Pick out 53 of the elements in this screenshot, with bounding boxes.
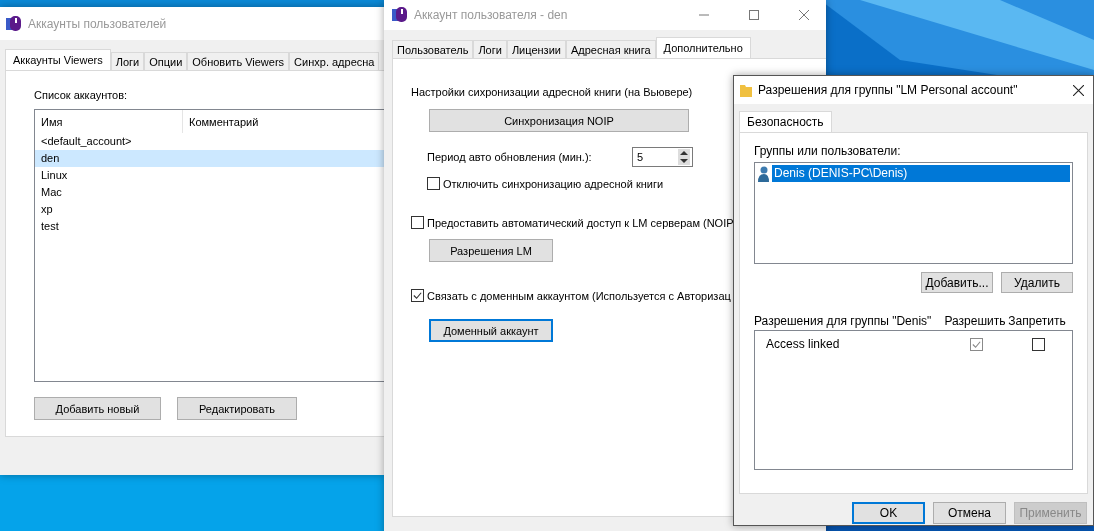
checkbox[interactable]: Предоставить автоматический доступ к LM серверам (NOIP [411,216,734,229]
app-icon [392,7,408,23]
checkbox[interactable]: Отключить синхронизацию адресной книги [427,177,664,190]
list-item[interactable]: Denis (DENIS-PC\Denis) [772,165,1070,182]
tab[interactable]: Адресная книга [565,40,656,58]
tab[interactable]: Дополнительно [655,37,751,58]
user-icon [757,165,769,182]
dialog-button[interactable]: OK [852,502,925,524]
window-title: Аккаунты пользователей [28,16,167,31]
spin-field[interactable]: 5 [632,147,693,167]
tab[interactable]: Логи [110,52,145,70]
tab[interactable]: Обновить Viewers [187,52,290,70]
sync-button[interactable]: Синхронизация NOIP [429,109,689,132]
column-header[interactable]: Комментарий [183,110,384,133]
list-item[interactable]: <default_account> [35,133,384,150]
column-header: Разрешить [944,314,1006,328]
tab[interactable]: Безопасность [739,111,832,132]
folder-icon [740,83,752,97]
window-title: Аккаунт пользователя - den [414,8,568,22]
permissions-button[interactable]: Разрешения LM [429,239,553,262]
list-item[interactable]: Linux [35,167,384,184]
checkbox[interactable]: Связать с доменным аккаунтом (Используется с Авторизац [411,289,731,302]
list-label: Список аккаунтов: [34,89,129,101]
section-heading: Настройки сихронизации адресной книги (на Вьювере) [411,86,693,98]
column-header: Запретить [1007,314,1067,328]
app-icon [6,15,22,32]
column-header[interactable]: Имя [35,110,183,133]
list-item[interactable]: test [35,218,384,235]
tab[interactable]: Синхр. адресна [289,52,380,70]
tab[interactable]: Лицензии [506,40,566,58]
window-title: Разрешения для группы "LM Personal account" [758,83,1018,97]
button[interactable]: Добавить новый [34,397,161,420]
button[interactable]: Редактировать [177,397,297,420]
permissions-label: Разрешения для группы "Denis" [754,314,933,328]
permission-name: Access linked [765,337,841,351]
checkmark-icon [412,290,423,301]
dialog-button[interactable]: Отмена [933,502,1006,524]
add-button[interactable]: Добавить... [921,272,993,293]
spin-arrows-icon[interactable] [678,149,690,165]
period-label: Период авто обновления (мин.): [427,151,593,163]
tab[interactable]: Пользователь [392,40,474,58]
tab[interactable]: Опции [144,52,188,70]
domain-account-button[interactable]: Доменный аккаунт [429,319,553,342]
tab[interactable]: Логи [473,40,507,58]
maximize-icon[interactable] [749,10,759,20]
tab[interactable]: Аккаунты Viewers [5,49,111,70]
checkbox[interactable] [1031,337,1045,351]
list-item[interactable]: xp [35,201,384,218]
close-icon[interactable] [1073,84,1084,96]
remove-button[interactable]: Удалить [1001,272,1073,293]
list-item[interactable]: Mac [35,184,384,201]
groups-label: Группы или пользователи: [754,144,902,158]
list-item[interactable]: den [35,150,384,167]
